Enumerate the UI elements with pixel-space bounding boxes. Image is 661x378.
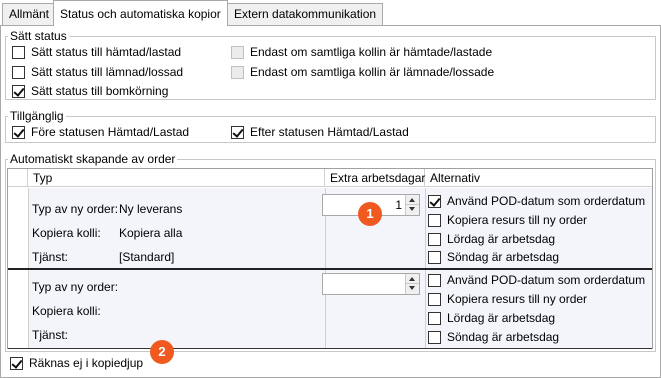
checkbox-box xyxy=(12,125,25,139)
column-header-extra-days[interactable]: Extra arbetsdagar xyxy=(325,169,425,187)
stepper-down-icon[interactable] xyxy=(406,205,419,215)
extra-days-value: 1 xyxy=(395,198,402,212)
sunday-workday-checkbox[interactable]: Söndag är arbetsdag xyxy=(428,249,559,265)
only-if-all-delivered-checkbox[interactable]: Endast om samtliga kollin är lämnade/los… xyxy=(231,64,494,80)
checkbox-label: Lördag är arbetsdag xyxy=(447,232,556,246)
checkbox-box xyxy=(428,232,441,246)
only-if-all-picked-checkbox[interactable]: Endast om samtliga kollin är hämtade/las… xyxy=(231,44,492,60)
checkbox-box xyxy=(10,356,23,370)
tab-general[interactable]: Allmänt xyxy=(2,3,57,25)
annotation-badge-2: 2 xyxy=(150,340,174,364)
order-type-label: Typ av ny order: xyxy=(32,280,119,294)
order-type-label: Typ av ny order: xyxy=(32,202,119,216)
copy-items-label: Kopiera kolli: xyxy=(32,304,101,318)
order-type-value: Ny leverans xyxy=(119,202,183,216)
checkbox-label: Sätt status till bomkörning xyxy=(31,84,169,98)
row-selector[interactable] xyxy=(8,188,28,268)
checkbox-box xyxy=(428,250,441,264)
checkbox-box xyxy=(428,311,441,325)
grid-header: Typ Extra arbetsdagar Alternativ xyxy=(8,169,652,187)
stepper-up-icon[interactable] xyxy=(406,274,419,284)
checkbox-label: Kopiera resurs till ny order xyxy=(447,213,588,227)
checkbox-box xyxy=(231,125,244,139)
checkbox-label: Endast om samtliga kollin är lämnade/los… xyxy=(250,65,495,79)
checkbox-label: Räknas ej i kopiedjup xyxy=(29,356,144,370)
checkbox-label: Använd POD-datum som orderdatum xyxy=(447,194,646,208)
row-selector-header xyxy=(8,169,28,187)
checkbox-box xyxy=(231,45,244,59)
checkbox-box xyxy=(12,45,25,59)
auto-order-group-title: Automatiskt skapande av order xyxy=(8,152,178,166)
checkbox-label: Sätt status till lämnad/lossad xyxy=(31,65,184,79)
service-label: Tjänst: xyxy=(32,328,69,342)
checkbox-box xyxy=(12,84,25,98)
column-header-type[interactable]: Typ xyxy=(28,169,325,187)
checkbox-label: Använd POD-datum som orderdatum xyxy=(447,273,646,287)
column-header-alternatives[interactable]: Alternativ xyxy=(425,169,652,187)
checkbox-label: Sätt status till hämtad/lastad xyxy=(31,45,182,59)
service-label: Tjänst: xyxy=(32,250,69,264)
checkbox-label: Söndag är arbetsdag xyxy=(447,250,560,264)
row-separator xyxy=(8,268,652,270)
after-picked-checkbox[interactable]: Efter statusen Hämtad/Lastad xyxy=(231,124,409,140)
checkbox-label: Söndag är arbetsdag xyxy=(447,330,560,344)
row-separator xyxy=(8,348,652,349)
checkbox-box xyxy=(428,292,441,306)
copy-items-value: Kopiera alla xyxy=(119,226,183,240)
checkbox-box xyxy=(428,330,441,344)
checkbox-box xyxy=(12,65,25,79)
service-value: [Standard] xyxy=(119,250,175,264)
use-pod-date-checkbox[interactable]: Använd POD-datum som orderdatum xyxy=(428,193,645,209)
stepper-buttons xyxy=(405,274,419,294)
tab-status-auto-copies[interactable]: Status och automatiska kopior xyxy=(53,0,228,26)
extra-days-stepper[interactable] xyxy=(322,273,420,295)
sunday-workday-checkbox[interactable]: Söndag är arbetsdag xyxy=(428,329,559,345)
auto-order-grid: Typ Extra arbetsdagar Alternativ Typ av … xyxy=(7,168,653,349)
tab-bar: Allmänt Status och automatiska kopior Ex… xyxy=(0,0,661,26)
set-status-picked-checkbox[interactable]: Sätt status till hämtad/lastad xyxy=(12,44,181,60)
availability-group-title: Tillgänglig xyxy=(8,109,66,123)
use-pod-date-checkbox[interactable]: Använd POD-datum som orderdatum xyxy=(428,272,645,288)
checkbox-label: Kopiera resurs till ny order xyxy=(447,292,588,306)
copy-items-label: Kopiera kolli: xyxy=(32,226,101,240)
stepper-buttons xyxy=(405,195,419,215)
checkbox-box xyxy=(428,194,441,208)
checkbox-box xyxy=(231,65,244,79)
checkbox-label: Lördag är arbetsdag xyxy=(447,311,556,325)
checkbox-box xyxy=(428,213,441,227)
row-selector[interactable] xyxy=(8,270,28,348)
copy-resource-checkbox[interactable]: Kopiera resurs till ny order xyxy=(428,291,587,307)
tab-external-datacom[interactable]: Extern datakommunikation xyxy=(227,3,384,25)
checkbox-box xyxy=(428,273,441,287)
status-group-title: Sätt status xyxy=(8,29,69,43)
exclude-copy-depth-checkbox[interactable]: Räknas ej i kopiedjup xyxy=(10,355,143,371)
checkbox-label: Före statusen Hämtad/Lastad xyxy=(31,125,190,139)
saturday-workday-checkbox[interactable]: Lördag är arbetsdag xyxy=(428,310,555,326)
checkbox-label: Efter statusen Hämtad/Lastad xyxy=(250,125,409,139)
saturday-workday-checkbox[interactable]: Lördag är arbetsdag xyxy=(428,231,555,247)
set-status-empty-run-checkbox[interactable]: Sätt status till bomkörning xyxy=(12,83,168,99)
stepper-down-icon[interactable] xyxy=(406,284,419,294)
before-picked-checkbox[interactable]: Före statusen Hämtad/Lastad xyxy=(12,124,189,140)
stepper-up-icon[interactable] xyxy=(406,195,419,205)
set-status-delivered-checkbox[interactable]: Sätt status till lämnad/lossad xyxy=(12,64,183,80)
checkbox-label: Endast om samtliga kollin är hämtade/las… xyxy=(250,45,493,59)
annotation-badge-1: 1 xyxy=(358,202,382,226)
copy-resource-checkbox[interactable]: Kopiera resurs till ny order xyxy=(428,212,587,228)
